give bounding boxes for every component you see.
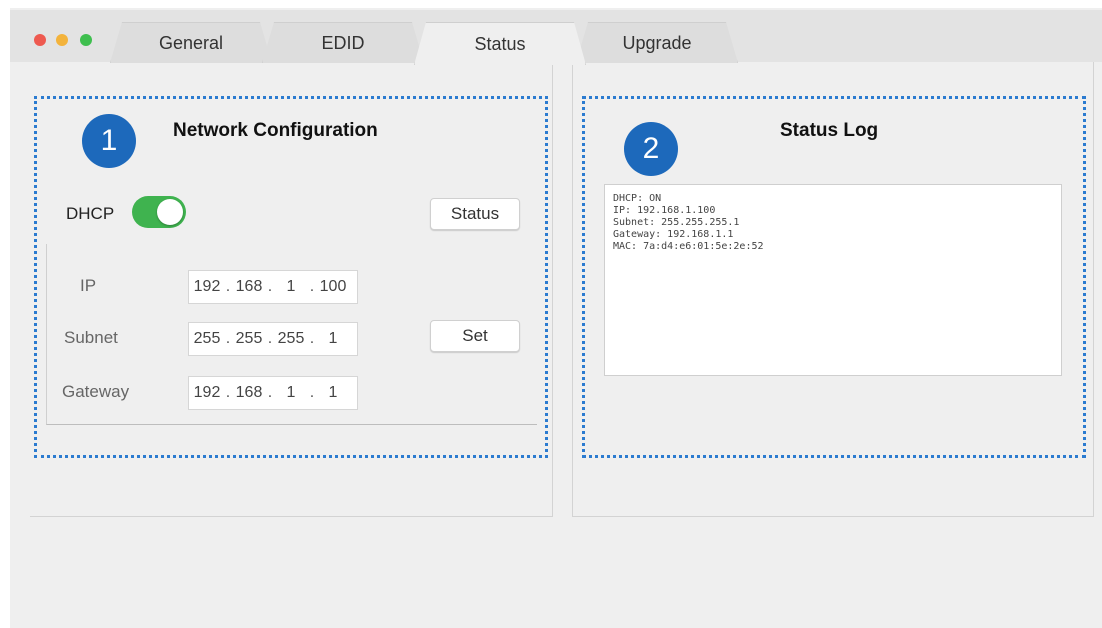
tab-edid[interactable]: EDID	[262, 22, 424, 63]
subnet-octet-2[interactable]: 255	[231, 330, 267, 348]
tab-label: Status	[474, 33, 526, 54]
status-log-textarea[interactable]: DHCP: ON IP: 192.168.1.100 Subnet: 255.2…	[604, 184, 1062, 376]
tab-label: Upgrade	[622, 32, 692, 53]
status-log-title: Status Log	[780, 120, 879, 141]
subnet-field[interactable]: 255. 255. 255. 1	[188, 322, 358, 356]
network-title: Network Configuration	[173, 120, 378, 141]
ip-address-field[interactable]: 192. 168. 1. 100	[188, 270, 358, 304]
set-button[interactable]: Set	[430, 320, 520, 352]
log-line: DHCP: ON	[613, 193, 662, 204]
step-badge-1: 1	[82, 114, 136, 168]
tab-label: EDID	[321, 32, 365, 53]
dhcp-label: DHCP	[66, 204, 115, 223]
tab-status[interactable]: Status	[414, 22, 586, 65]
ip-label: IP	[80, 276, 97, 295]
status-button[interactable]: Status	[430, 198, 520, 230]
subnet-octet-3[interactable]: 255	[273, 330, 309, 348]
tab-upgrade[interactable]: Upgrade	[576, 22, 738, 63]
dhcp-toggle[interactable]	[132, 196, 186, 228]
log-line: Subnet: 255.255.255.1	[613, 217, 740, 228]
ip-octet-1[interactable]: 192	[189, 278, 225, 296]
close-window-button[interactable]	[34, 34, 46, 46]
tab-general[interactable]: General	[110, 22, 272, 63]
ip-octet-4[interactable]: 100	[315, 278, 351, 296]
minimize-window-button[interactable]	[56, 34, 68, 46]
zoom-window-button[interactable]	[80, 34, 92, 46]
toggle-knob	[157, 199, 183, 225]
log-line: IP: 192.168.1.100	[613, 205, 716, 216]
step-badge-2: 2	[624, 122, 678, 176]
gateway-field[interactable]: 192. 168. 1. 1	[188, 376, 358, 410]
tab-label: General	[158, 32, 224, 53]
ip-octet-2[interactable]: 168	[231, 278, 267, 296]
subnet-octet-4[interactable]: 1	[315, 330, 351, 348]
gateway-octet-2[interactable]: 168	[231, 384, 267, 402]
gateway-octet-4[interactable]: 1	[315, 384, 351, 402]
tab-bar: General EDID Upgrade Status	[10, 10, 1102, 62]
subnet-label: Subnet	[64, 328, 118, 347]
log-line: MAC: 7a:d4:e6:01:5e:2e:52	[613, 241, 764, 252]
app-window: General EDID Upgrade Status 1 Network Co…	[10, 8, 1102, 628]
subnet-octet-1[interactable]: 255	[189, 330, 225, 348]
log-line: Gateway: 192.168.1.1	[613, 229, 734, 240]
ip-octet-3[interactable]: 1	[273, 278, 309, 296]
gateway-label: Gateway	[62, 382, 130, 401]
gateway-octet-3[interactable]: 1	[273, 384, 309, 402]
gateway-octet-1[interactable]: 192	[189, 384, 225, 402]
